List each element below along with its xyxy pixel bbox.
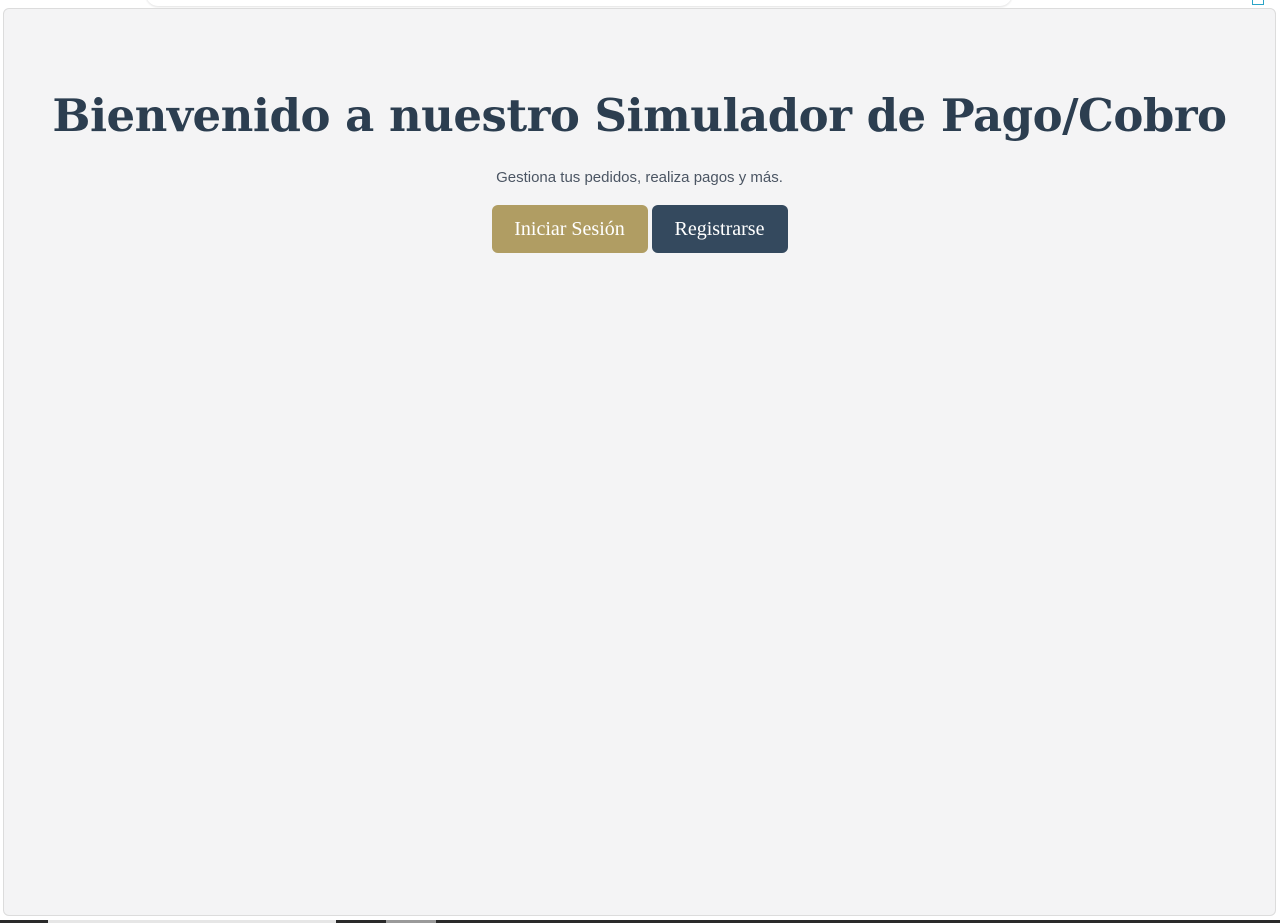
register-button[interactable]: Registrarse [651, 205, 788, 253]
page-container: Bienvenido a nuestro Simulador de Pago/C… [3, 8, 1276, 916]
page-title: Bienvenido a nuestro Simulador de Pago/C… [52, 89, 1227, 142]
hero-actions: Iniciar Sesión Registrarse [4, 205, 1275, 253]
page-subtitle: Gestiona tus pedidos, realiza pagos y má… [496, 169, 783, 186]
login-button[interactable]: Iniciar Sesión [491, 205, 648, 253]
extension-icon[interactable] [1252, 0, 1264, 5]
browser-address-bar[interactable] [146, 0, 1012, 6]
hero-section: Bienvenido a nuestro Simulador de Pago/C… [4, 85, 1275, 253]
